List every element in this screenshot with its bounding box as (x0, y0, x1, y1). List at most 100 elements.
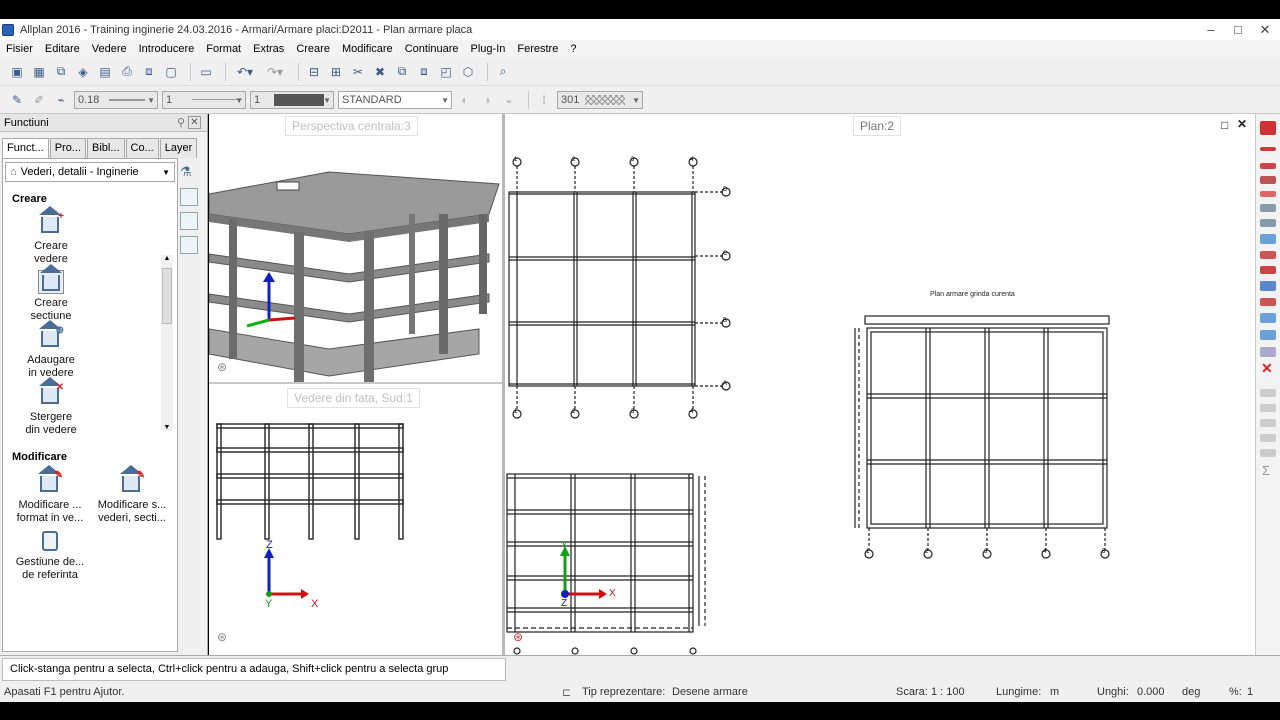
tab-layer[interactable]: Layer (159, 138, 198, 158)
scroll-thumb[interactable] (162, 268, 172, 324)
create-section-tool[interactable]: Creare sectiune (13, 264, 89, 323)
scroll-down-icon[interactable]: ▼ (161, 424, 173, 431)
delete-tool-icon[interactable]: ✕ (1261, 360, 1280, 377)
menu-introducere[interactable]: Introducere (139, 43, 195, 55)
sum-icon[interactable]: Σ (1262, 463, 1280, 478)
pipette-icon[interactable]: ⌁ (52, 91, 70, 109)
view-settings-icon[interactable]: ⊛ (513, 630, 523, 644)
fileset-icon[interactable]: ◈ (74, 63, 92, 81)
layer-visibility-icon[interactable]: ◐ (456, 91, 474, 109)
tab-functions[interactable]: Funct... (2, 138, 49, 158)
group-icon[interactable]: ◰ (437, 63, 455, 81)
view-settings-icon[interactable]: ⊛ (217, 360, 227, 374)
save-icon[interactable]: ▤ (96, 63, 114, 81)
add-to-view-tool[interactable]: ⊕ Adaugare in vedere (13, 320, 89, 380)
modify-views-tool[interactable]: ✎ Modificare s... vederi, secti... (87, 465, 177, 525)
pen-thickness-select[interactable]: 0.18 ▼ (74, 90, 158, 109)
close-panel-icon[interactable]: ✕ (188, 116, 201, 129)
length-unit[interactable]: m (1050, 686, 1059, 698)
disabled-tool-icon[interactable] (1260, 434, 1276, 442)
print-icon[interactable]: ⎙ (118, 63, 136, 81)
join-icon[interactable] (1260, 219, 1276, 227)
menu-continuare[interactable]: Continuare (405, 43, 459, 55)
redo-icon[interactable]: ↷▾ (262, 63, 288, 81)
array-icon[interactable] (1260, 313, 1276, 323)
view-palette-icon[interactable] (180, 188, 198, 206)
offset-icon[interactable] (1260, 298, 1276, 306)
layout-icon[interactable]: ▭ (197, 63, 215, 81)
minimize-button[interactable]: – (1198, 19, 1224, 40)
drawing-files-icon[interactable]: ▦ (30, 63, 48, 81)
hatch-icon[interactable]: ⁞ (535, 91, 553, 109)
mirror-icon[interactable] (1260, 191, 1276, 197)
disabled-tool-icon[interactable] (1260, 419, 1276, 427)
format-icon[interactable] (1260, 347, 1276, 357)
measure-icon[interactable]: ⊟ (305, 63, 323, 81)
pin-icon[interactable]: ⚲ (177, 116, 185, 129)
open-file-icon[interactable]: ⧉ (52, 63, 70, 81)
wizard-icon[interactable]: ⚗ (180, 164, 198, 182)
create-view-tool[interactable]: + Creare vedere (13, 206, 89, 266)
menu-vedere[interactable]: Vedere (92, 43, 127, 55)
align-icon[interactable] (1260, 330, 1276, 340)
tab-library[interactable]: Bibl... (86, 138, 125, 158)
detail-palette-icon[interactable] (180, 236, 198, 254)
maximize-button[interactable]: □ (1225, 19, 1251, 40)
menu-fisier[interactable]: Fisier (6, 43, 33, 55)
menu-extras[interactable]: Extras (253, 43, 284, 55)
eraser-icon[interactable] (1260, 121, 1276, 135)
move-icon[interactable] (1260, 251, 1276, 259)
viewport-splitter[interactable] (209, 382, 502, 384)
line-tool-icon[interactable] (1260, 147, 1276, 151)
modify-format-tool[interactable]: ✎ Modificare ... format in ve... (7, 465, 93, 525)
rotate-icon[interactable] (1260, 266, 1276, 274)
disabled-tool-icon[interactable] (1260, 389, 1276, 397)
tab-connect[interactable]: Co... (125, 138, 159, 158)
menu-plugin[interactable]: Plug-In (471, 43, 506, 55)
menu-help[interactable]: ? (570, 43, 576, 55)
delete-from-view-tool[interactable]: ✕ Stergere din vedere (13, 377, 89, 437)
scroll-up-icon[interactable]: ▲ (161, 255, 173, 262)
cube-icon[interactable]: ⬡ (459, 63, 477, 81)
dimension-icon[interactable]: ⊞ (327, 63, 345, 81)
clipboard-icon[interactable]: ▢ (162, 63, 180, 81)
perspective-viewport[interactable]: Perspectiva centrala:3 ⊛ (209, 114, 502, 382)
plot-icon[interactable]: ⧈ (140, 63, 158, 81)
menu-editare[interactable]: Editare (45, 43, 80, 55)
color-select[interactable]: 1 ▼ (250, 90, 334, 109)
disabled-tool-icon[interactable] (1260, 449, 1276, 457)
line-type-select[interactable]: 1 ▼ (162, 90, 246, 109)
angle-value[interactable]: 0.000 (1137, 686, 1165, 698)
scale-value[interactable]: 1 : 100 (931, 686, 965, 698)
tab-properties[interactable]: Pro... (49, 138, 86, 158)
close-window-button[interactable]: ✕ (1252, 19, 1278, 40)
menu-modificare[interactable]: Modificare (342, 43, 393, 55)
hatch-select[interactable]: 301 ▼ (557, 90, 643, 109)
zoom-icon[interactable]: ⌕ (494, 63, 512, 81)
section-palette-icon[interactable] (180, 212, 198, 230)
scrollbar[interactable]: ▲ ▼ (161, 255, 173, 431)
manage-reference-tool[interactable]: Gestiune de... de referinta (7, 529, 93, 582)
paste-icon[interactable]: ⧈ (415, 63, 433, 81)
brush-icon[interactable]: ✐ (30, 91, 48, 109)
layer-lock-icon[interactable]: ◑ (478, 91, 496, 109)
cut-icon[interactable]: ✂ (349, 63, 367, 81)
divide-icon[interactable] (1260, 204, 1276, 212)
representation-value[interactable]: Desene armare (672, 686, 748, 698)
delete-icon[interactable]: ✖ (371, 63, 389, 81)
angle-unit[interactable]: deg (1182, 686, 1200, 698)
trim-icon[interactable] (1260, 163, 1276, 169)
menu-ferestre[interactable]: Ferestre (517, 43, 558, 55)
percent-value[interactable]: 1 (1247, 686, 1253, 698)
menu-creare[interactable]: Creare (296, 43, 330, 55)
scale-icon[interactable] (1260, 281, 1276, 291)
stretch-icon[interactable] (1260, 176, 1276, 184)
plan-viewport[interactable]: Plan:2 □ ✕ 1 2 3 4 1 2 3 4 D C B A Plan … (505, 114, 1255, 655)
layer-print-icon[interactable]: ◒ (500, 91, 518, 109)
copy-tool-icon[interactable] (1260, 234, 1276, 244)
module-select[interactable]: ⌂ Vederi, detalii - Inginerie ▼ (5, 162, 175, 182)
menu-format[interactable]: Format (206, 43, 241, 55)
copy-icon[interactable]: ⧉ (393, 63, 411, 81)
pen-tool-icon[interactable]: ✎ (8, 91, 26, 109)
disabled-tool-icon[interactable] (1260, 404, 1276, 412)
